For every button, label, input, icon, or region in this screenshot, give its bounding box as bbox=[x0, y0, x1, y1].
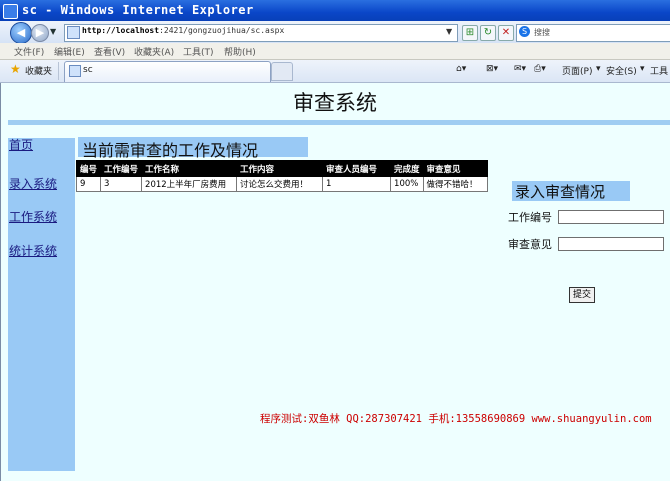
table-header-row: 编号 工作编号 工作名称 工作内容 审查人员编号 完成度 审查意见 bbox=[75, 160, 488, 177]
table-cell: 100% bbox=[390, 176, 424, 192]
column-header: 审查意见 bbox=[422, 160, 488, 177]
opinion-label: 审查意见 bbox=[508, 238, 552, 251]
menu-file[interactable]: 文件(F) bbox=[14, 45, 44, 58]
menu-edit[interactable]: 编辑(E) bbox=[54, 45, 85, 58]
back-arrow-icon: ◀ bbox=[16, 26, 26, 39]
table-cell: 2012上半年厂房费用 bbox=[141, 176, 238, 192]
submit-button[interactable]: 提交 bbox=[569, 287, 595, 303]
column-header: 编号 bbox=[75, 160, 102, 177]
menu-view[interactable]: 查看(V) bbox=[94, 45, 125, 58]
column-header: 完成度 bbox=[390, 160, 424, 177]
footer-contact: 程序测试:双鱼林 QQ:287307421 手机:13558690869 www… bbox=[260, 413, 652, 425]
site-title: 审查系统 bbox=[293, 91, 377, 115]
menu-help[interactable]: 帮助(H) bbox=[224, 45, 256, 58]
form-title: 录入审查情况 bbox=[515, 183, 606, 201]
header-stripe bbox=[8, 120, 670, 125]
window-title-bar: sc - Windows Internet Explorer bbox=[0, 0, 670, 21]
window-title: sc - Windows Internet Explorer bbox=[22, 3, 254, 17]
address-dropdown-icon[interactable]: ▼ bbox=[446, 27, 452, 36]
safety-menu[interactable]: 安全(S) bbox=[606, 64, 637, 77]
column-header: 工作名称 bbox=[141, 160, 238, 177]
section-title: 当前需审查的工作及情况 bbox=[82, 141, 259, 160]
nav-link-home[interactable]: 首页 bbox=[9, 136, 33, 153]
work-id-label: 工作编号 bbox=[508, 211, 552, 224]
refresh-icon[interactable]: ↻ bbox=[480, 25, 496, 41]
tools-menu[interactable]: 工具 bbox=[650, 64, 668, 77]
table-row: 9 3 2012上半年厂房费用 讨论怎么交费用！ 1 100% 做得不错哈！ bbox=[75, 176, 488, 192]
mail-icon[interactable]: ✉▾ bbox=[514, 64, 526, 74]
table-cell: 3 bbox=[100, 176, 143, 192]
table-cell: 讨论怎么交费用！ bbox=[236, 176, 324, 192]
toolbar-divider bbox=[58, 62, 59, 80]
recent-pages-dropdown-icon[interactable]: ▼ bbox=[50, 27, 56, 36]
favorites-button[interactable]: 收藏夹 bbox=[25, 64, 52, 77]
back-button[interactable]: ◀ bbox=[10, 22, 32, 44]
table-cell: 9 bbox=[75, 176, 102, 192]
ie-app-icon bbox=[3, 4, 18, 19]
feeds-icon[interactable]: ⊠▾ bbox=[486, 64, 498, 74]
menu-favorites[interactable]: 收藏夹(A) bbox=[134, 45, 174, 58]
favorites-star-icon[interactable]: ★ bbox=[10, 62, 21, 76]
review-work-table: 编号 工作编号 工作名称 工作内容 审查人员编号 完成度 审查意见 9 3 20… bbox=[75, 160, 488, 192]
browser-tab[interactable] bbox=[64, 61, 271, 82]
table-cell: 做得不错哈！ bbox=[422, 176, 488, 192]
menu-tools[interactable]: 工具(T) bbox=[183, 45, 214, 58]
tab-page-icon bbox=[69, 65, 81, 77]
home-icon[interactable]: ⌂▾ bbox=[456, 64, 466, 74]
print-icon[interactable]: ⎙▾ bbox=[534, 64, 546, 74]
page-icon bbox=[67, 26, 80, 39]
column-header: 工作内容 bbox=[236, 160, 324, 177]
search-provider-icon: S bbox=[519, 26, 530, 37]
address-url[interactable]: http://localhost:2421/gongzuojihua/sc.as… bbox=[82, 26, 284, 35]
work-id-input[interactable] bbox=[558, 210, 664, 224]
nav-link-stats-system[interactable]: 统计系统 bbox=[9, 242, 57, 259]
column-header: 工作编号 bbox=[100, 160, 143, 177]
nav-link-work-system[interactable]: 工作系统 bbox=[9, 208, 57, 225]
tab-title: sc bbox=[83, 65, 93, 75]
forward-arrow-icon: ▶ bbox=[35, 26, 45, 39]
table-cell: 1 bbox=[322, 176, 392, 192]
nav-link-entry-system[interactable]: 录入系统 bbox=[9, 175, 57, 192]
new-tab-button[interactable] bbox=[271, 62, 293, 81]
column-header: 审查人员编号 bbox=[322, 160, 392, 177]
page-menu[interactable]: 页面(P) bbox=[562, 64, 592, 77]
compatibility-view-icon[interactable]: ⊞ bbox=[462, 25, 478, 41]
safety-menu-arrow-icon[interactable]: ▾ bbox=[640, 64, 645, 74]
page-menu-arrow-icon[interactable]: ▾ bbox=[596, 64, 601, 74]
stop-icon[interactable]: ✕ bbox=[498, 25, 514, 41]
opinion-input[interactable] bbox=[558, 237, 664, 251]
forward-button[interactable]: ▶ bbox=[31, 24, 49, 42]
search-placeholder: 搜搜 bbox=[534, 28, 550, 37]
